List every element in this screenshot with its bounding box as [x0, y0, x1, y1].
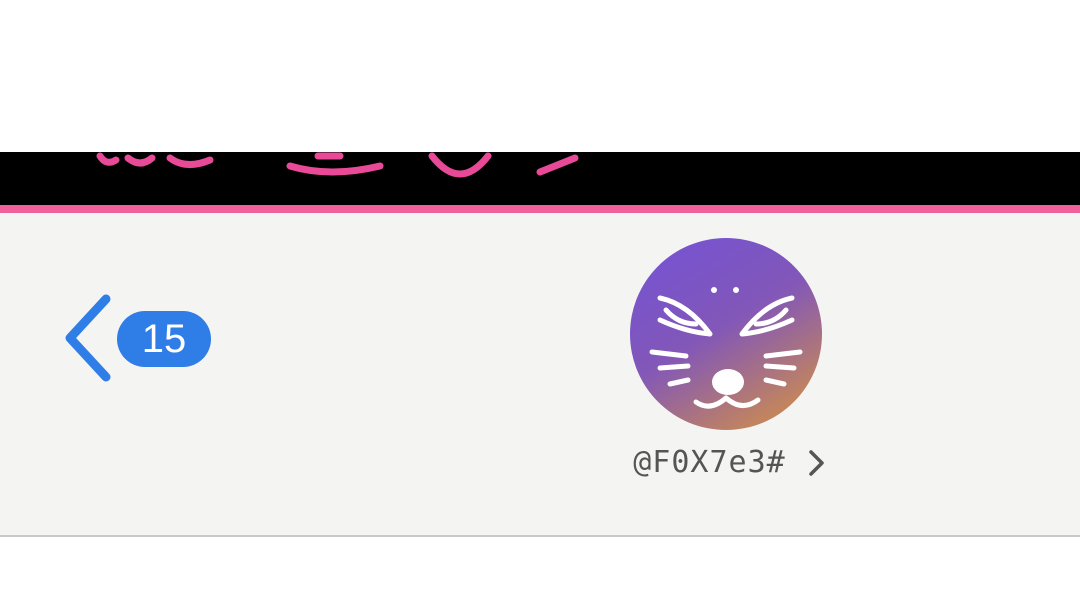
contact-handle: @F0X7e3#	[633, 445, 786, 480]
chevron-left-icon	[65, 294, 111, 382]
conversation-header: 15 @F0X7e3#	[0, 213, 1080, 535]
contact-avatar[interactable]	[630, 238, 822, 430]
top-blank-area	[0, 0, 1080, 152]
cropped-pink-glyphs	[96, 152, 579, 178]
chevron-right-icon	[809, 449, 824, 476]
back-button[interactable]: 15	[60, 293, 220, 383]
message-area	[0, 537, 1080, 600]
overlay-strip	[0, 152, 1080, 205]
cat-face-icon	[630, 238, 822, 430]
accent-divider	[0, 205, 1080, 213]
contact-info-link[interactable]: @F0X7e3#	[560, 445, 900, 489]
unread-count-badge: 15	[117, 311, 211, 367]
